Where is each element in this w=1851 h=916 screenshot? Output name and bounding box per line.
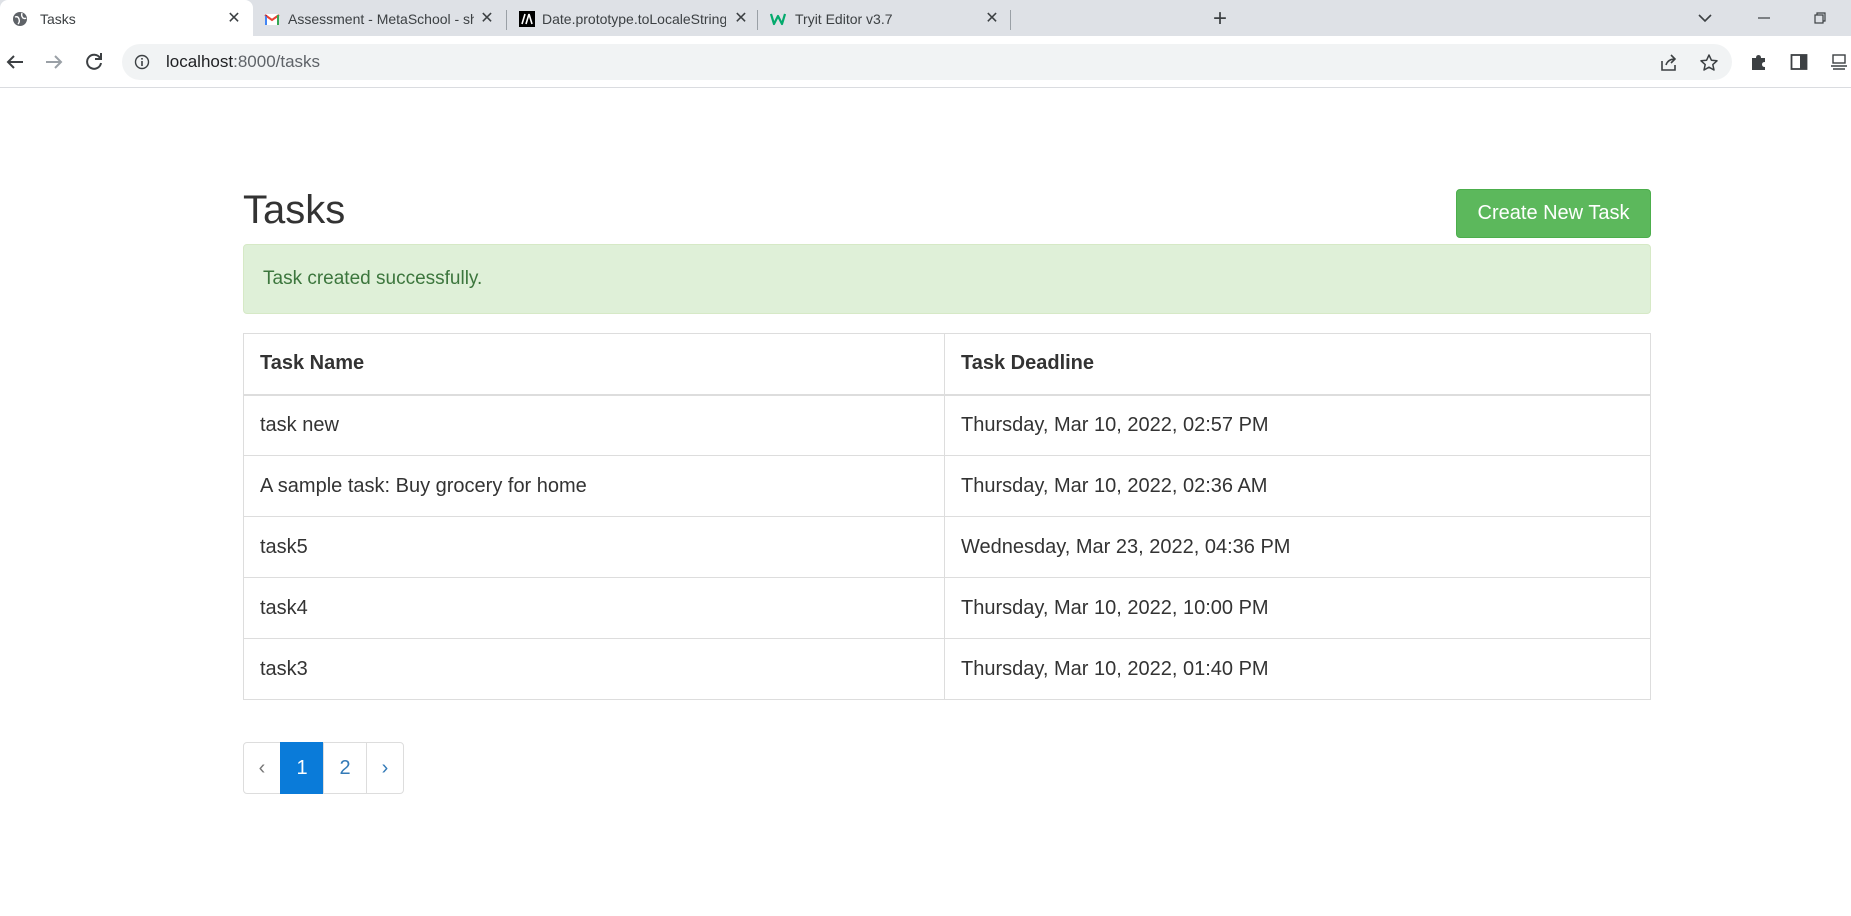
- page-content: Tasks Create New Task Task created succe…: [0, 89, 1851, 916]
- pagination-previous-button[interactable]: ‹: [243, 742, 281, 794]
- tab-title: Assessment - MetaSchool - shahi: [288, 11, 474, 27]
- column-header-task-name: Task Name: [243, 333, 945, 396]
- profile-icon[interactable]: [1829, 52, 1849, 72]
- share-icon[interactable]: [1659, 53, 1679, 73]
- extensions-puzzle-icon[interactable]: [1749, 52, 1769, 72]
- tab-separator: [1010, 10, 1011, 30]
- new-tab-button[interactable]: +: [1208, 7, 1232, 32]
- close-tab-icon[interactable]: ✕: [983, 10, 1001, 28]
- reload-icon[interactable]: [82, 50, 106, 74]
- address-bar[interactable]: localhost:8000/tasks: [122, 44, 1732, 80]
- pagination-page-1[interactable]: 1: [280, 742, 324, 794]
- task-deadline-cell: Thursday, Mar 10, 2022, 02:36 AM: [944, 455, 1651, 517]
- bookmark-star-icon[interactable]: [1699, 53, 1719, 73]
- tab-assessment[interactable]: Assessment - MetaSchool - shahi ✕: [253, 0, 506, 36]
- tab-strip: Tasks ✕ Assessment - MetaSchool - shahi …: [0, 0, 1851, 36]
- site-info-icon[interactable]: [134, 54, 150, 70]
- close-tab-icon[interactable]: ✕: [732, 10, 750, 28]
- url-host: localhost: [166, 52, 234, 71]
- tab-title: Date.prototype.toLocaleString() -: [542, 11, 726, 27]
- address-url: localhost:8000/tasks: [166, 53, 320, 71]
- task-deadline-cell: Thursday, Mar 10, 2022, 10:00 PM: [944, 577, 1651, 639]
- table-row: task new Thursday, Mar 10, 2022, 02:57 P…: [243, 394, 1651, 456]
- pagination: ‹ 1 2 ›: [243, 742, 404, 794]
- table-row: task3 Thursday, Mar 10, 2022, 01:40 PM: [243, 638, 1651, 700]
- w3schools-icon: [770, 13, 786, 26]
- tab-tryit-editor[interactable]: Tryit Editor v3.7 ✕: [758, 0, 1010, 36]
- task-name-cell: task3: [243, 638, 945, 700]
- browser-toolbar: localhost:8000/tasks: [0, 36, 1851, 88]
- table-row: task5 Wednesday, Mar 23, 2022, 04:36 PM: [243, 516, 1651, 578]
- side-panel-icon[interactable]: [1789, 52, 1809, 72]
- tab-title: Tasks: [40, 11, 76, 27]
- tab-search-chevron-icon[interactable]: [1693, 6, 1717, 30]
- tab-tasks[interactable]: Tasks ✕: [0, 0, 253, 36]
- close-tab-icon[interactable]: ✕: [478, 10, 496, 28]
- task-name-cell: task4: [243, 577, 945, 639]
- create-new-task-button[interactable]: Create New Task: [1456, 189, 1651, 238]
- pagination-page-2[interactable]: 2: [323, 742, 367, 794]
- task-name-cell: A sample task: Buy grocery for home: [243, 455, 945, 517]
- tab-date-tolocalestring[interactable]: Date.prototype.toLocaleString() - ✕: [507, 0, 757, 36]
- pagination-next-button[interactable]: ›: [366, 742, 404, 794]
- minimize-icon[interactable]: [1752, 6, 1776, 30]
- back-arrow-icon[interactable]: [3, 50, 27, 74]
- restore-icon[interactable]: [1808, 6, 1832, 30]
- url-path: :8000/tasks: [233, 52, 321, 71]
- column-header-task-deadline: Task Deadline: [944, 333, 1651, 396]
- globe-icon: [13, 12, 27, 26]
- task-deadline-cell: Wednesday, Mar 23, 2022, 04:36 PM: [944, 516, 1651, 578]
- tasks-table: Task Name Task Deadline task new Thursda…: [243, 333, 1651, 700]
- gmail-icon: [264, 14, 280, 25]
- table-header-row: Task Name Task Deadline: [243, 333, 1651, 396]
- task-name-cell: task new: [243, 394, 945, 456]
- close-tab-icon[interactable]: ✕: [225, 10, 243, 28]
- task-deadline-cell: Thursday, Mar 10, 2022, 01:40 PM: [944, 638, 1651, 700]
- forward-arrow-icon[interactable]: [42, 50, 66, 74]
- task-deadline-cell: Thursday, Mar 10, 2022, 02:57 PM: [944, 394, 1651, 456]
- tab-title: Tryit Editor v3.7: [795, 11, 893, 27]
- table-row: A sample task: Buy grocery for home Thur…: [243, 455, 1651, 517]
- table-row: task4 Thursday, Mar 10, 2022, 10:00 PM: [243, 577, 1651, 639]
- page-title: Tasks: [243, 188, 346, 232]
- success-alert: Task created successfully.: [243, 244, 1651, 314]
- task-name-cell: task5: [243, 516, 945, 578]
- mdn-icon: [519, 11, 535, 27]
